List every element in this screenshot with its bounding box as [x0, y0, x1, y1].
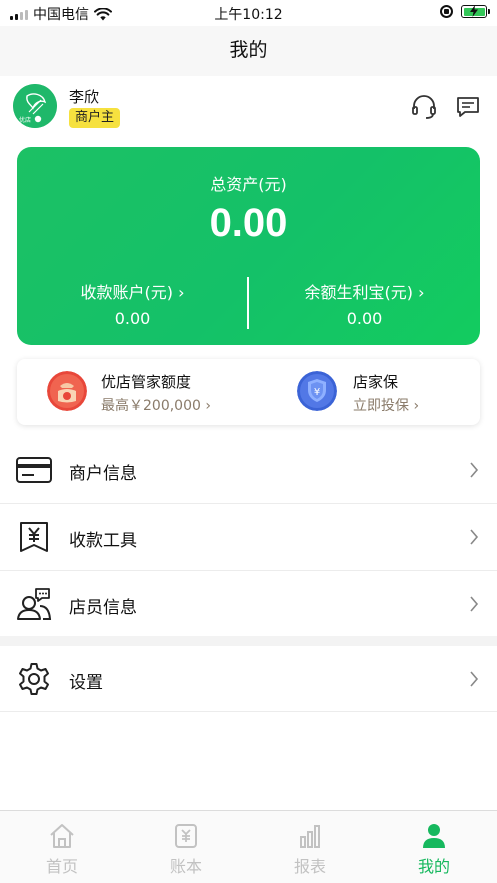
user-icon [423, 824, 445, 848]
menu-item-payment-tools[interactable]: 收款工具 [0, 504, 497, 570]
shop-insurance-entry[interactable]: ¥ 店家保 立即投保 › [249, 359, 479, 425]
home-icon [50, 824, 74, 848]
shop-insurance-subtitle: 立即投保 › [353, 398, 420, 414]
credit-limit-subtitle: 最高￥200,000 › [101, 398, 211, 414]
shield-icon: ¥ [297, 371, 337, 411]
svg-text:¥: ¥ [314, 387, 320, 398]
card-icon [16, 457, 52, 483]
profile-header: 优店 李欣 商户主 [0, 76, 497, 138]
staff-icon [17, 588, 52, 620]
page-title: 我的 [229, 39, 268, 61]
money-bag-icon [47, 371, 87, 411]
asset-card: 总资产(元) 0.00 收款账户(元) › 0.00 余额生利宝(元) › 0.… [17, 147, 480, 345]
battery-icon [461, 5, 490, 18]
tab-label: 首页 [45, 857, 78, 876]
tab-mine[interactable]: 我的 [372, 811, 496, 883]
balance-treasure-label: 余额生利宝(元) › [304, 283, 425, 302]
nav-bar: 我的 [0, 26, 497, 76]
ledger-icon [175, 824, 197, 848]
headset-icon[interactable] [411, 94, 437, 120]
service-card: 优店管家额度 最高￥200,000 › ¥ 店家保 立即投保 › [17, 359, 480, 425]
yen-receipt-icon [20, 522, 48, 552]
rotation-lock-icon [440, 5, 453, 18]
bar-chart-icon [300, 825, 320, 848]
user-name: 李欣 [69, 88, 100, 106]
status-time: 上午10:12 [214, 7, 283, 23]
menu-item-settings[interactable]: 设置 [0, 646, 497, 712]
role-badge: 商户主 [69, 108, 121, 128]
tab-home[interactable]: 首页 [0, 811, 124, 883]
svg-text:优店: 优店 [19, 116, 31, 124]
tab-label: 我的 [417, 857, 450, 876]
tab-reports[interactable]: 报表 [248, 811, 372, 883]
receive-account-link[interactable]: 收款账户(元) › 0.00 [17, 279, 248, 328]
balance-treasure-value: 0.00 [346, 309, 383, 328]
menu-item-staff-info[interactable]: 店员信息 [0, 571, 497, 637]
menu-item-merchant-info[interactable]: 商户信息 [0, 437, 497, 503]
menu-label: 店员信息 [69, 598, 137, 618]
avatar[interactable]: 优店 [13, 84, 57, 128]
balance-treasure-link[interactable]: 余额生利宝(元) › 0.00 [249, 279, 480, 328]
chevron-right-icon [470, 529, 479, 545]
total-assets-label: 总资产(元) [210, 175, 287, 194]
divider [0, 711, 497, 712]
menu-label: 设置 [69, 673, 103, 693]
status-right [440, 5, 490, 18]
credit-limit-entry[interactable]: 优店管家额度 最高￥200,000 › [17, 359, 247, 425]
tab-label: 报表 [293, 857, 326, 876]
receive-account-label: 收款账户(元) › [80, 283, 185, 302]
shop-insurance-title: 店家保 [353, 373, 399, 391]
menu-label: 商户信息 [69, 464, 137, 484]
tab-bar: 首页 账本 报表 我的 [0, 810, 497, 883]
status-bar: 中国电信 上午10:12 [0, 0, 497, 26]
receive-account-value: 0.00 [114, 309, 151, 328]
chevron-right-icon [470, 462, 479, 478]
credit-limit-title: 优店管家额度 [101, 373, 192, 391]
chevron-right-icon [470, 596, 479, 612]
tab-label: 账本 [169, 857, 202, 876]
message-icon[interactable] [456, 96, 480, 118]
tab-ledger[interactable]: 账本 [124, 811, 248, 883]
chevron-right-icon [470, 671, 479, 687]
section-gap [0, 636, 497, 646]
gear-icon [19, 663, 49, 695]
total-assets-value: 0.00 [209, 201, 288, 245]
menu-label: 收款工具 [69, 531, 137, 551]
